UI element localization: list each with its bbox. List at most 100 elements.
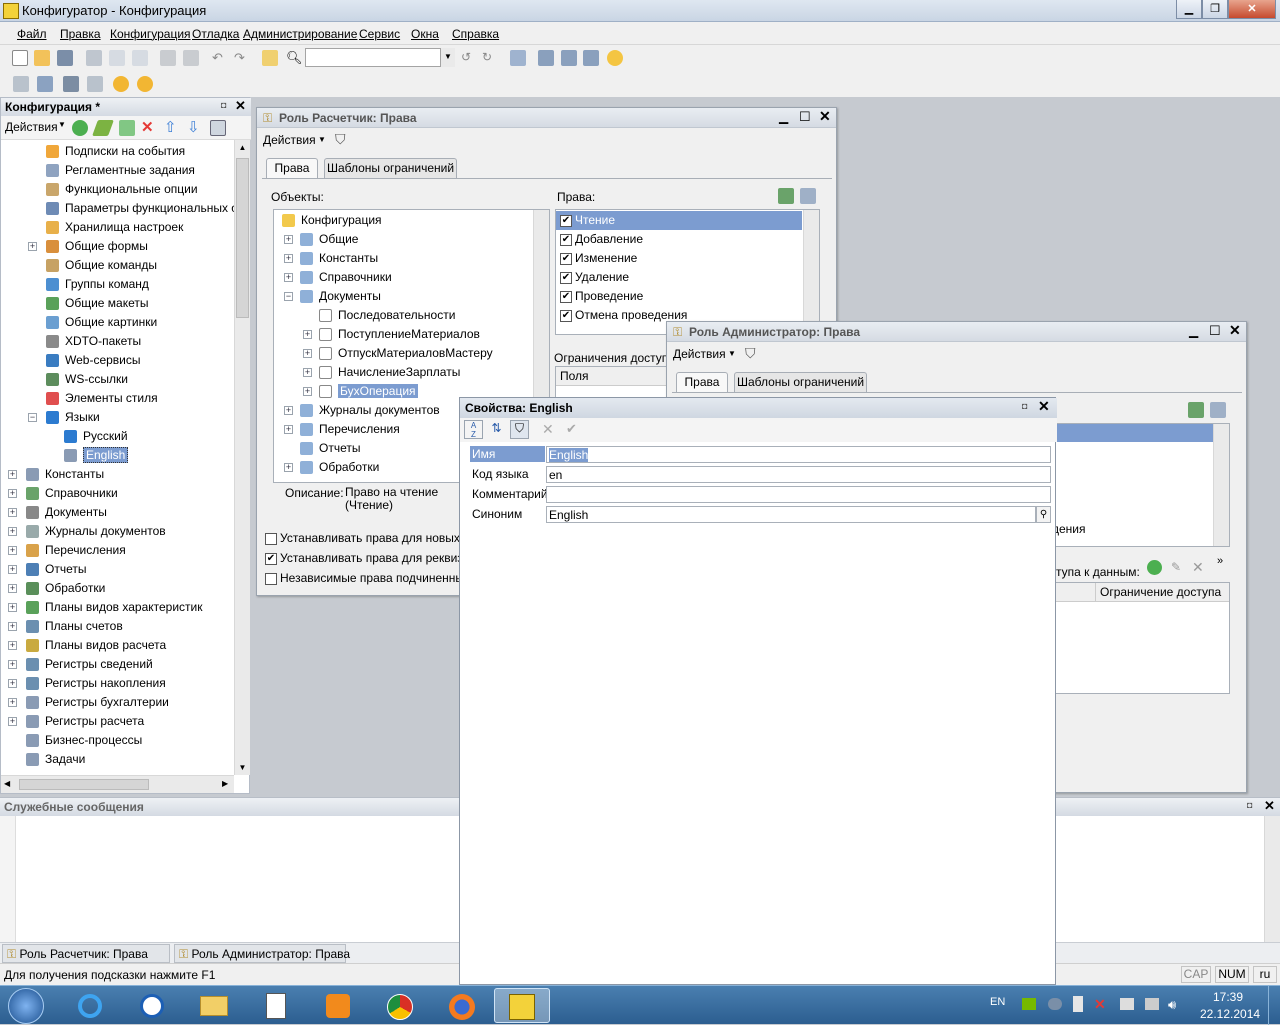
tree-item[interactable]: Планы видов характеристик bbox=[26, 598, 202, 617]
delete-icon[interactable]: ✕ bbox=[141, 118, 154, 136]
volume-icon[interactable]: 🔊︎ bbox=[1168, 997, 1176, 1013]
prop-synonym-input[interactable]: English bbox=[546, 506, 1036, 523]
tree-item[interactable]: Подписки на события bbox=[46, 142, 185, 161]
right-item[interactable]: ✔ Чтение bbox=[556, 211, 802, 230]
object-item[interactable]: Отчеты bbox=[300, 439, 360, 458]
object-item[interactable]: Перечисления bbox=[300, 420, 400, 439]
help-search-icon[interactable] bbox=[561, 50, 577, 66]
filter-icon[interactable]: ⛉ bbox=[335, 131, 346, 148]
right-item[interactable]: ✔ Проведение bbox=[556, 287, 802, 306]
filter-icon[interactable]: ⛉ bbox=[745, 345, 756, 362]
tree-item[interactable]: Журналы документов bbox=[26, 522, 166, 541]
sort-alpha-icon[interactable]: AZ bbox=[464, 420, 483, 439]
windows-icon[interactable] bbox=[510, 50, 526, 66]
close-panel-icon[interactable]: ✕ bbox=[1264, 798, 1275, 814]
expand-toggle[interactable]: + bbox=[284, 235, 293, 244]
expand-toggle[interactable]: + bbox=[303, 349, 312, 358]
actions-menu[interactable]: Действия bbox=[263, 133, 316, 147]
clock-time[interactable]: 17:39 bbox=[1213, 990, 1243, 1004]
ie-metro-taskbar-button[interactable] bbox=[124, 988, 180, 1023]
maximize-icon[interactable]: ☐ bbox=[799, 109, 811, 125]
menu-debug[interactable]: Отладка bbox=[192, 27, 239, 41]
info-icon[interactable] bbox=[607, 50, 623, 66]
expand-toggle[interactable]: + bbox=[8, 489, 17, 498]
right-checkbox[interactable]: ✔ bbox=[560, 233, 572, 246]
run-enterprise-icon[interactable] bbox=[137, 76, 153, 92]
expand-toggle[interactable]: + bbox=[8, 717, 17, 726]
close-icon[interactable]: ✕ bbox=[819, 108, 831, 125]
minimize-icon[interactable]: ▁ bbox=[779, 110, 788, 124]
check-all-icon[interactable] bbox=[778, 188, 794, 204]
database-icon[interactable] bbox=[63, 76, 79, 92]
expand-toggle[interactable]: + bbox=[28, 242, 37, 251]
preview-icon[interactable] bbox=[183, 50, 199, 66]
object-item[interactable]: Документы bbox=[300, 287, 381, 306]
copy-icon[interactable] bbox=[109, 50, 125, 66]
option-independent-rights[interactable]: Независимые права подчиненных bbox=[265, 568, 477, 588]
redo-icon[interactable]: ↷ bbox=[234, 50, 250, 66]
tree-item[interactable]: Элементы стиля bbox=[46, 389, 158, 408]
display-icon[interactable] bbox=[1145, 998, 1159, 1010]
tree-item[interactable]: Регламентные задания bbox=[46, 161, 195, 180]
expand-toggle[interactable]: + bbox=[284, 254, 293, 263]
tree-item[interactable]: Регистры сведений bbox=[26, 655, 153, 674]
show-desktop-button[interactable] bbox=[1268, 986, 1280, 1025]
media-player-taskbar-button[interactable] bbox=[310, 988, 366, 1023]
pin-icon[interactable]: ◘ bbox=[1247, 800, 1252, 810]
expand-toggle[interactable]: − bbox=[28, 413, 37, 422]
right-item[interactable]: ✔ Добавление bbox=[556, 230, 802, 249]
tab-rights[interactable]: Права bbox=[676, 372, 728, 393]
expand-toggle[interactable]: + bbox=[8, 679, 17, 688]
tree-item[interactable]: Бизнес-процессы bbox=[26, 731, 142, 750]
flag-icon[interactable] bbox=[1120, 998, 1134, 1010]
calculator-taskbar-button[interactable] bbox=[248, 988, 304, 1023]
actions-menu[interactable]: Действия bbox=[5, 120, 58, 134]
chrome-taskbar-button[interactable] bbox=[372, 988, 428, 1023]
object-item[interactable]: Конфигурация bbox=[282, 211, 382, 230]
menu-windows[interactable]: Окна bbox=[411, 27, 439, 41]
delete-icon[interactable]: ✕ bbox=[1192, 559, 1204, 576]
close-panel-icon[interactable]: ✕ bbox=[235, 98, 246, 114]
expand-toggle[interactable]: + bbox=[8, 641, 17, 650]
list-icon[interactable] bbox=[210, 120, 226, 136]
admin-rights-scrollbar[interactable] bbox=[1213, 424, 1229, 546]
right-checkbox[interactable]: ✔ bbox=[560, 271, 572, 284]
save-icon[interactable] bbox=[57, 50, 73, 66]
pin-icon[interactable]: ◘ bbox=[1022, 401, 1027, 411]
right-item[interactable]: ✔ Удаление bbox=[556, 268, 802, 287]
language-indicator[interactable]: ru bbox=[1253, 966, 1277, 983]
tree-item[interactable]: Общие макеты bbox=[46, 294, 149, 313]
rights-scrollbar[interactable] bbox=[803, 210, 819, 334]
expand-toggle[interactable]: + bbox=[8, 660, 17, 669]
checkbox[interactable] bbox=[265, 572, 277, 585]
tree-item[interactable]: Справочники bbox=[26, 484, 118, 503]
uncheck-all-icon[interactable] bbox=[1210, 402, 1226, 418]
option-attributes[interactable]: ✔ Устанавливать права для реквизи bbox=[265, 548, 477, 568]
right-checkbox[interactable]: ✔ bbox=[560, 214, 572, 227]
menu-help[interactable]: Справка bbox=[452, 27, 499, 41]
tab-restriction-templates[interactable]: Шаблоны ограничений bbox=[734, 372, 867, 392]
check-all-icon[interactable] bbox=[1188, 402, 1204, 418]
search-icon[interactable]: ⚲ bbox=[1036, 506, 1051, 523]
menu-configuration[interactable]: Конфигурация bbox=[110, 27, 191, 41]
object-item[interactable]: Общие bbox=[300, 230, 358, 249]
form-icon[interactable] bbox=[37, 76, 53, 92]
right-checkbox[interactable]: ✔ bbox=[560, 290, 572, 303]
expand-toggle[interactable]: + bbox=[8, 527, 17, 536]
start-button[interactable] bbox=[8, 988, 44, 1024]
object-item[interactable]: Последовательности bbox=[319, 306, 455, 325]
tree-item[interactable]: Планы видов расчета bbox=[26, 636, 166, 655]
expand-toggle[interactable]: + bbox=[8, 622, 17, 631]
ie-taskbar-button[interactable] bbox=[62, 988, 118, 1023]
clear-icon[interactable]: ✕ bbox=[542, 421, 554, 438]
tray-app-icon[interactable] bbox=[1048, 998, 1062, 1010]
object-item[interactable]: ПоступлениеМатериалов bbox=[319, 325, 480, 344]
expand-toggle[interactable]: + bbox=[303, 368, 312, 377]
tree-item[interactable]: Хранилища настроек bbox=[46, 218, 183, 237]
checkbox-checked[interactable]: ✔ bbox=[265, 552, 277, 565]
minimize-icon[interactable]: ▁ bbox=[1189, 324, 1198, 338]
right-checkbox[interactable]: ✔ bbox=[560, 309, 572, 322]
close-button[interactable]: ✕ bbox=[1228, 0, 1276, 19]
right-checkbox[interactable]: ✔ bbox=[560, 252, 572, 265]
menu-administration[interactable]: Администрирование bbox=[243, 27, 357, 41]
